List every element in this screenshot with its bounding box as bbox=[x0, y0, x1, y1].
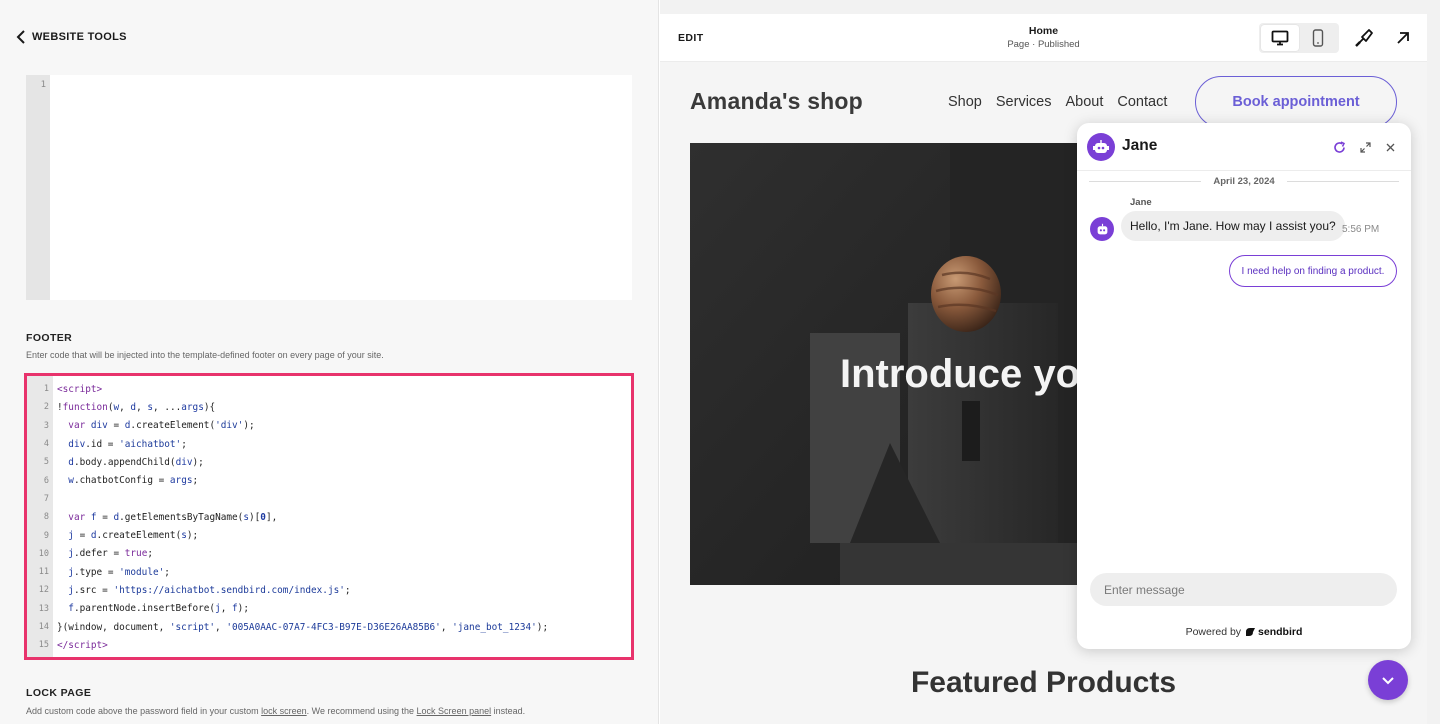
expand-icon bbox=[1359, 141, 1371, 153]
code-line: 3 var div = d.createElement('div'); bbox=[43, 420, 255, 432]
device-toggle bbox=[1259, 23, 1339, 53]
incoming-message: Hello, I'm Jane. How may I assist you? bbox=[1121, 211, 1345, 241]
code-line: 10 j.defer = true; bbox=[38, 548, 153, 560]
bot-avatar bbox=[1087, 133, 1115, 161]
desktop-view-button[interactable] bbox=[1261, 25, 1299, 51]
date-label: April 23, 2024 bbox=[1213, 176, 1275, 187]
code-line: 15 </script> bbox=[38, 639, 108, 651]
lock-screen-link[interactable]: lock screen bbox=[261, 706, 307, 716]
code-line: 7 bbox=[43, 493, 49, 504]
paintbrush-icon bbox=[1355, 29, 1373, 47]
back-to-website-tools[interactable]: WEBSITE TOOLS bbox=[16, 30, 127, 44]
code-line: 2 !function(w, d, s, ...args){ bbox=[43, 401, 216, 413]
code-line: 14}(window, document, 'script', '005A0AA… bbox=[38, 621, 549, 633]
lock-page-title: LOCK PAGE bbox=[26, 687, 92, 699]
footer-description: Enter code that will be injected into th… bbox=[26, 350, 384, 360]
code-line: 13 f.parentNode.insertBefore(j, f); bbox=[38, 603, 249, 615]
bot-icon bbox=[1093, 140, 1109, 153]
header-code-editor[interactable]: 1 bbox=[26, 75, 632, 300]
refresh-button[interactable] bbox=[1330, 138, 1348, 156]
hero-image: Introduce yo bbox=[690, 143, 1078, 585]
site-logo[interactable]: Amanda's shop bbox=[690, 88, 863, 115]
lock-page-description: Add custom code above the password field… bbox=[26, 706, 526, 716]
code-line: 6 w.chatbotConfig = args; bbox=[43, 475, 199, 487]
message-time: 5:56 PM bbox=[1342, 224, 1380, 235]
code-line: 5 d.body.appendChild(div); bbox=[43, 456, 204, 468]
expand-button[interactable] bbox=[1356, 138, 1374, 156]
chevron-left-icon bbox=[16, 30, 25, 44]
refresh-icon bbox=[1333, 140, 1345, 153]
close-icon bbox=[1386, 143, 1394, 151]
lock-screen-panel-link[interactable]: Lock Screen panel bbox=[417, 706, 492, 716]
chat-header: Jane bbox=[1077, 123, 1411, 171]
code-line: 1 <script> bbox=[43, 383, 103, 395]
nav-about[interactable]: About bbox=[1065, 94, 1103, 110]
code-line: 8 var f = d.getElementsByTagName(s)[0], bbox=[43, 511, 278, 523]
hero-heading: Introduce yo bbox=[840, 352, 1078, 396]
footer-title: FOOTER bbox=[26, 332, 73, 344]
featured-products-heading: Featured Products bbox=[910, 666, 1177, 699]
close-button[interactable] bbox=[1381, 138, 1399, 156]
message-input[interactable] bbox=[1090, 573, 1397, 606]
sendbird-icon bbox=[1246, 628, 1256, 636]
mobile-icon bbox=[1312, 29, 1324, 47]
code-line: 11 j.type = 'module'; bbox=[38, 566, 170, 578]
site-nav: Shop Services About Contact bbox=[948, 94, 1167, 110]
design-button[interactable] bbox=[1352, 26, 1376, 50]
suggested-reply-button[interactable]: I need help on finding a product. bbox=[1229, 255, 1397, 287]
mobile-view-button[interactable] bbox=[1299, 25, 1337, 51]
chat-toggle-button[interactable] bbox=[1368, 660, 1408, 700]
footer-code-editor[interactable]: 1 <script> 2 !function(w, d, s, ...args){ … bbox=[24, 373, 634, 660]
open-site-button[interactable] bbox=[1391, 26, 1415, 50]
nav-contact[interactable]: Contact bbox=[1117, 94, 1167, 110]
sendbird-logo: sendbird bbox=[1245, 626, 1302, 638]
code-line: 9 j = d.createElement(s); bbox=[43, 530, 199, 542]
code-line: 12 j.src = 'https://aichatbot.sendbird.c… bbox=[38, 584, 351, 596]
book-appointment-button[interactable]: Book appointment bbox=[1195, 76, 1397, 128]
line-number: 1 bbox=[40, 80, 46, 90]
bot-icon bbox=[1097, 223, 1107, 234]
chevron-down-icon bbox=[1382, 676, 1394, 684]
chat-widget: Jane April 23, 2024 Jane Hello, I'm Jane… bbox=[1077, 123, 1411, 649]
back-label: WEBSITE TOOLS bbox=[32, 31, 127, 43]
code-injection-panel: WEBSITE TOOLS 1 FOOTER Enter code that w… bbox=[0, 0, 659, 724]
date-separator: April 23, 2024 bbox=[1089, 176, 1400, 187]
message-sender: Jane bbox=[1130, 197, 1152, 208]
message-avatar bbox=[1090, 217, 1114, 241]
code-lines: 1 <script> 2 !function(w, d, s, ...args){ … bbox=[27, 380, 631, 654]
code-line: 4 div.id = 'aichatbot'; bbox=[43, 438, 187, 450]
nav-shop[interactable]: Shop bbox=[948, 94, 982, 110]
arrow-up-right-icon bbox=[1397, 32, 1409, 44]
editor-topbar: EDIT Home Page · Published bbox=[660, 14, 1427, 62]
nav-services[interactable]: Services bbox=[996, 94, 1052, 110]
editor-gutter: 1 bbox=[26, 75, 50, 300]
powered-by: Powered by sendbird bbox=[1185, 626, 1303, 638]
bot-name: Jane bbox=[1122, 137, 1158, 154]
desktop-icon bbox=[1271, 30, 1289, 46]
